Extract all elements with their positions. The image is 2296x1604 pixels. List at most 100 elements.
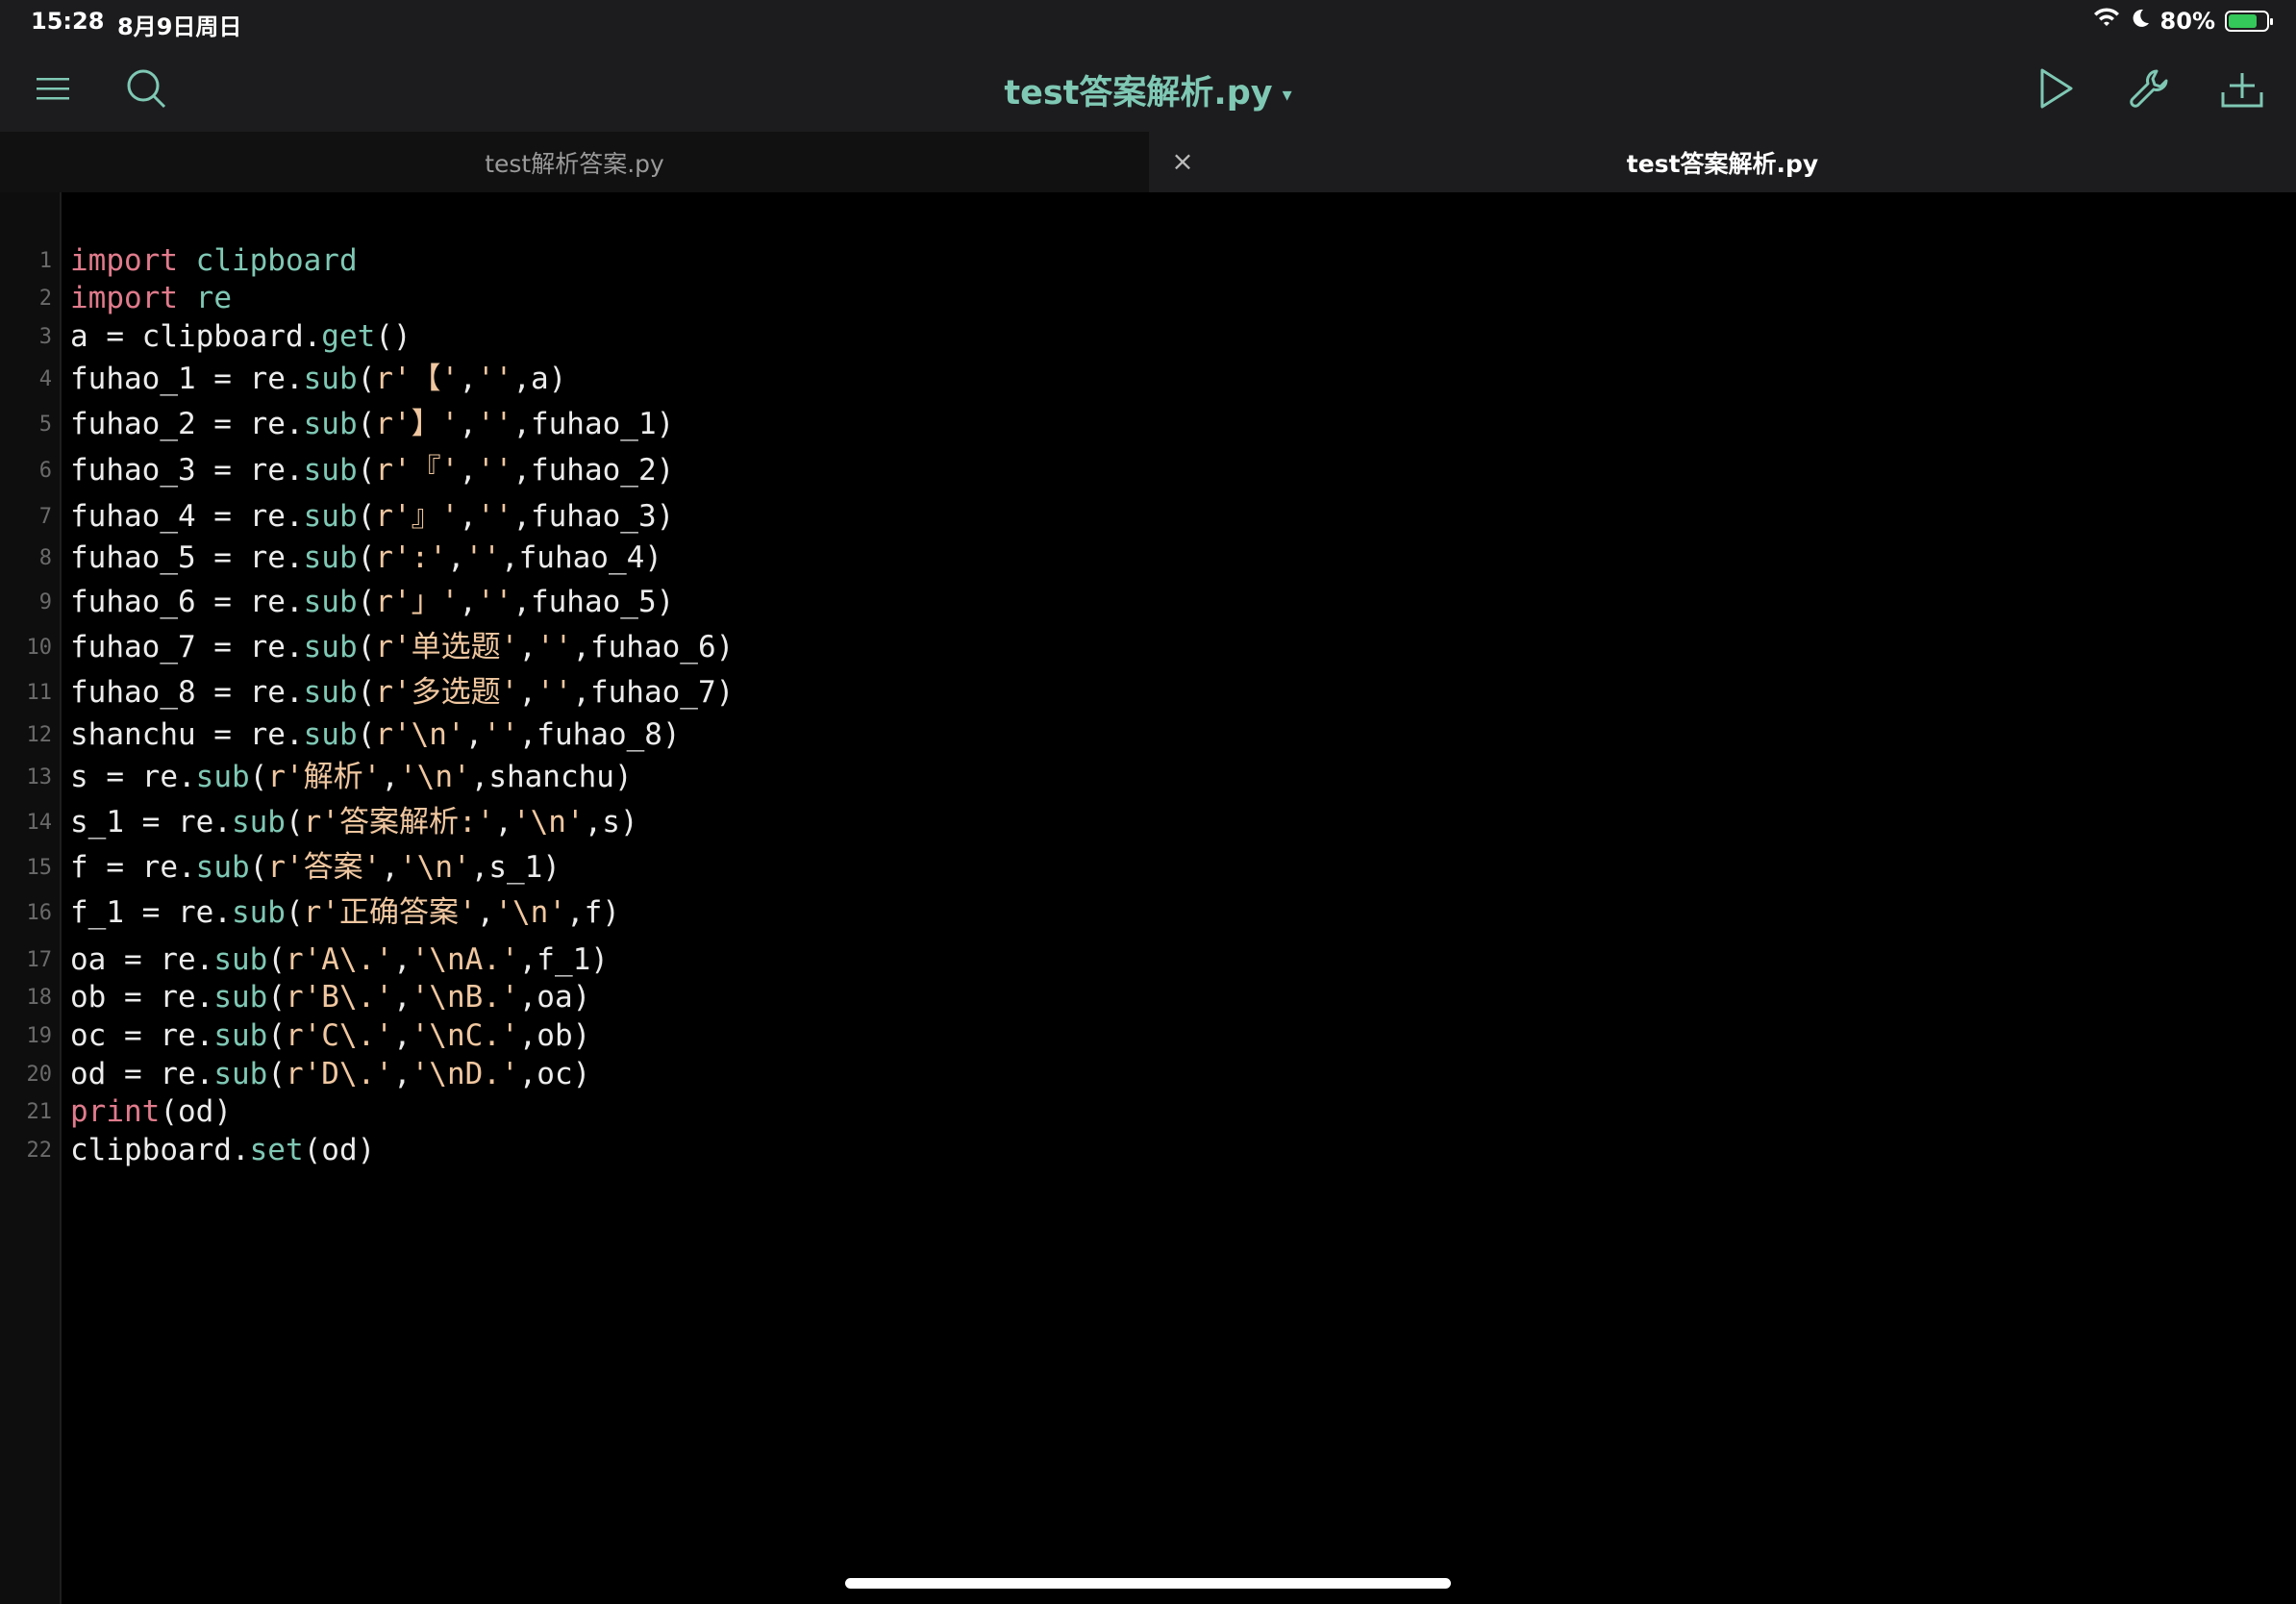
code-token: set (249, 1133, 304, 1167)
code-token: , (392, 980, 412, 1015)
code-token: '' (483, 717, 519, 752)
code-line[interactable]: 7 fuhao_4 = re.sub(r'』','',fuhao_3) (0, 497, 2296, 536)
code-token: , (446, 540, 465, 575)
code-line[interactable]: 5 fuhao_2 = re.sub(r'】','',fuhao_1) (0, 405, 2296, 443)
code-token: sub (303, 407, 358, 441)
code-line[interactable]: 13 s = re.sub(r'解析','\n',shanchu) (0, 758, 2296, 796)
code-token: s_1 = re. (70, 805, 232, 840)
code-line[interactable]: 4 fuhao_1 = re.sub(r'【','',a) (0, 360, 2296, 398)
code-token: ( (357, 362, 376, 396)
code-text: import clipboard (70, 241, 358, 280)
code-line[interactable]: 3 a = clipboard.get() (0, 317, 2296, 356)
status-right: 80% (2093, 8, 2273, 35)
code-token: , (459, 453, 477, 488)
code-token: fuhao_4 = re. (70, 499, 304, 534)
code-token: sub (303, 499, 358, 534)
code-token: fuhao_1 = re. (70, 362, 304, 396)
code-token: sub (303, 362, 358, 396)
code-token: r'单选题' (375, 630, 519, 664)
code-token: sub (213, 1018, 268, 1053)
file-title: test答案解析.py (1004, 74, 1273, 113)
code-line[interactable]: 22 clipboard.set(od) (0, 1131, 2296, 1169)
code-token: sub (303, 717, 358, 752)
code-token: r'】' (375, 407, 460, 441)
code-token: '\n' (399, 760, 471, 794)
code-token: ,f_1) (518, 942, 609, 977)
code-token: , (381, 760, 399, 794)
code-token: r':' (375, 540, 447, 575)
close-tab-button[interactable]: × (1163, 141, 1202, 180)
tab-test-jiexi-daan[interactable]: test解析答案.py (0, 132, 1149, 192)
code-token: r'\n' (375, 717, 465, 752)
code-line[interactable]: 11 fuhao_8 = re.sub(r'多选题','',fuhao_7) (0, 673, 2296, 712)
code-token: ( (285, 805, 304, 840)
code-token: ( (285, 895, 304, 930)
code-token: r'A\.' (285, 942, 393, 977)
code-token: fuhao_7 = re. (70, 630, 304, 664)
code-token: () (375, 319, 412, 354)
code-token: oa = re. (70, 942, 214, 977)
code-text: ob = re.sub(r'B\.','\nB.',oa) (70, 978, 590, 1016)
code-line[interactable]: 14 s_1 = re.sub(r'答案解析:','\n',s) (0, 803, 2296, 841)
file-title-menu[interactable]: test答案解析.py ▾ (0, 65, 2296, 114)
code-line[interactable]: 10 fuhao_7 = re.sub(r'单选题','',fuhao_6) (0, 628, 2296, 666)
code-token: , (518, 675, 537, 710)
code-line[interactable]: 20 od = re.sub(r'D\.','\nD.',oc) (0, 1055, 2296, 1093)
moon-icon (2130, 8, 2151, 35)
code-token: sub (213, 1057, 268, 1091)
code-token: fuhao_8 = re. (70, 675, 304, 710)
code-editor[interactable]: 1 import clipboard 2 import re 3 a = clipboar… (0, 192, 2296, 1604)
code-token: fuhao_6 = re. (70, 585, 304, 619)
status-time: 15:28 (31, 8, 105, 35)
settings-button[interactable] (2122, 63, 2176, 117)
code-line[interactable]: 8 fuhao_5 = re.sub(r':','',fuhao_4) (0, 539, 2296, 577)
code-token: ,a) (512, 362, 567, 396)
line-number: 6 (38, 459, 52, 483)
code-token: '\nA.' (411, 942, 519, 977)
code-line[interactable]: 16 f_1 = re.sub(r'正确答案','\n',f) (0, 893, 2296, 932)
code-text: fuhao_1 = re.sub(r'【','',a) (70, 360, 566, 398)
tab-label: test答案解析.py (1626, 149, 1819, 178)
code-line[interactable]: 2 import re (0, 279, 2296, 317)
code-line[interactable]: 17 oa = re.sub(r'A\.','\nA.',f_1) (0, 940, 2296, 979)
code-line[interactable]: 18 ob = re.sub(r'B\.','\nB.',oa) (0, 978, 2296, 1016)
code-token: ( (267, 980, 286, 1015)
code-token: r'C\.' (285, 1018, 393, 1053)
code-token: , (459, 585, 477, 619)
run-button[interactable] (2029, 63, 2083, 117)
code-line[interactable]: 19 oc = re.sub(r'C\.','\nC.',ob) (0, 1016, 2296, 1055)
code-token: ( (357, 540, 376, 575)
code-text: oc = re.sub(r'C\.','\nC.',ob) (70, 1016, 590, 1055)
code-line[interactable]: 6 fuhao_3 = re.sub(r'『','',fuhao_2) (0, 451, 2296, 489)
line-number: 12 (26, 723, 53, 747)
code-token: '' (476, 362, 513, 396)
code-token: sub (213, 942, 268, 977)
new-file-button[interactable] (2215, 63, 2269, 117)
code-line[interactable]: 15 f = re.sub(r'答案','\n',s_1) (0, 848, 2296, 887)
code-text: fuhao_4 = re.sub(r'』','',fuhao_3) (70, 497, 674, 536)
code-token: '' (476, 499, 513, 534)
code-token: ( (357, 585, 376, 619)
code-line[interactable]: 12 shanchu = re.sub(r'\n','',fuhao_8) (0, 715, 2296, 754)
line-number: 18 (26, 986, 53, 1010)
tab-label: test解析答案.py (485, 149, 664, 178)
top-bar: 15:28 8月9日周日 80% test答案解析.py ▾ (0, 0, 2296, 132)
code-token: , (459, 499, 477, 534)
code-token: r'」' (375, 585, 460, 619)
code-line[interactable]: 21 print(od) (0, 1092, 2296, 1131)
code-token: , (392, 942, 412, 977)
code-token: r'答案解析:' (303, 805, 495, 840)
code-token: ,ob) (518, 1018, 591, 1053)
home-indicator[interactable] (845, 1578, 1451, 1589)
code-token: sub (303, 540, 358, 575)
line-number: 22 (26, 1139, 53, 1163)
code-token: (od) (303, 1133, 376, 1167)
tab-test-daan-jiexi[interactable]: test答案解析.py (1149, 132, 2296, 192)
code-line[interactable]: 1 import clipboard (0, 241, 2296, 280)
code-token: sub (303, 630, 358, 664)
code-text: shanchu = re.sub(r'\n','',fuhao_8) (70, 715, 681, 754)
code-line[interactable]: 9 fuhao_6 = re.sub(r'」','',fuhao_5) (0, 583, 2296, 621)
code-token: '\n' (512, 805, 585, 840)
play-icon (2036, 67, 2075, 113)
